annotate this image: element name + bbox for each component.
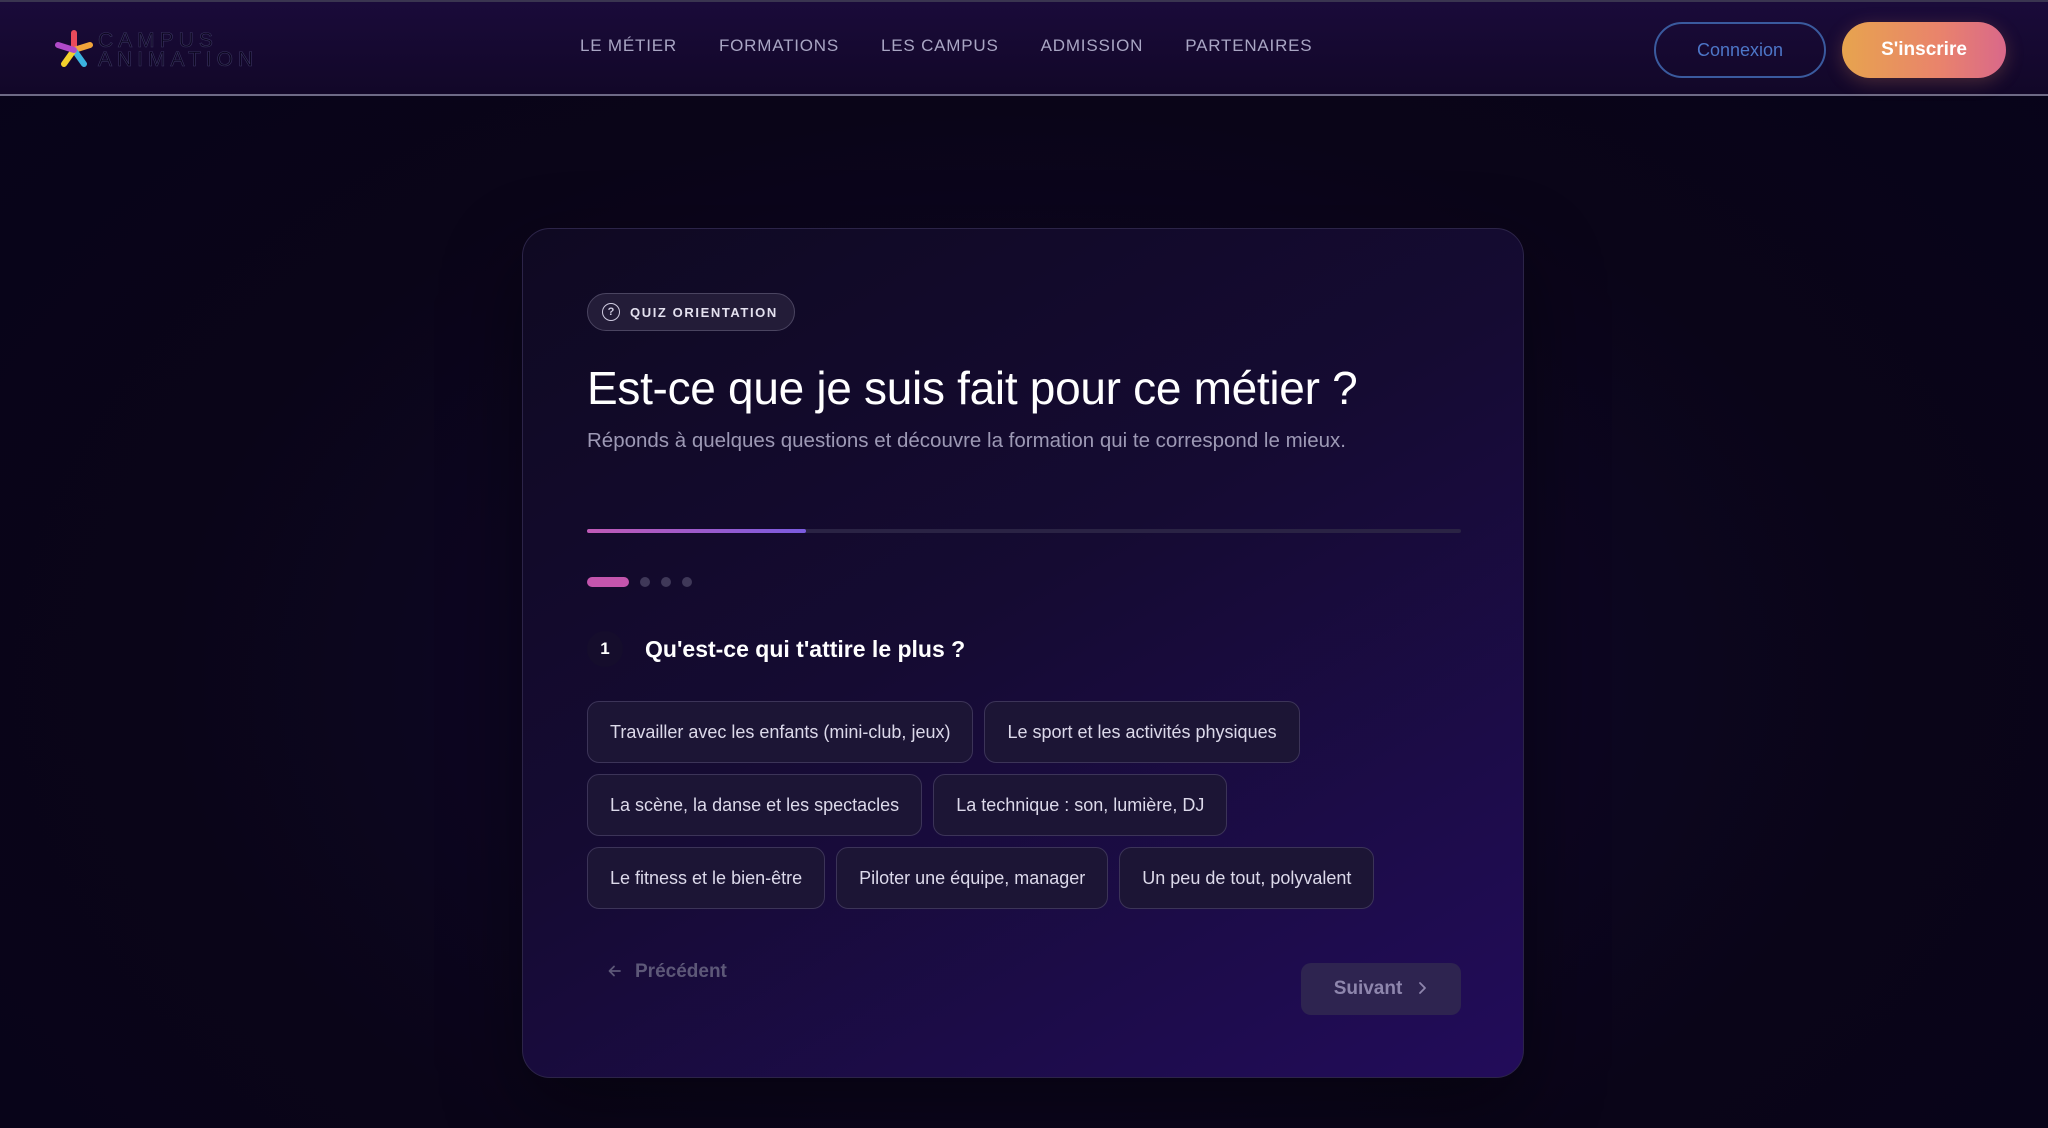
- nav-item-partenaires[interactable]: PARTENAIRES: [1185, 36, 1312, 56]
- step-indicator-dot: [682, 577, 692, 587]
- site-header: CAMPUS ANIMATION LE MÉTIER FORMATIONS LE…: [0, 0, 2048, 96]
- option-fitness[interactable]: Le fitness et le bien-être: [587, 847, 826, 909]
- step-indicator: [587, 577, 692, 587]
- options-row: La scène, la danse et les spectacles La …: [587, 774, 1487, 836]
- previous-button[interactable]: Précédent: [607, 961, 727, 983]
- quiz-title: Est-ce que je suis fait pour ce métier ?: [587, 362, 1358, 414]
- logo-text: CAMPUS ANIMATION: [98, 30, 259, 71]
- signup-button[interactable]: S'inscrire: [1842, 22, 2006, 78]
- page: CAMPUS ANIMATION LE MÉTIER FORMATIONS LE…: [0, 0, 2048, 1128]
- step-indicator-dot: [661, 577, 671, 587]
- progress-bar: [587, 529, 1461, 533]
- options-row: Travailler avec les enfants (mini-club, …: [587, 701, 1487, 763]
- option-sport[interactable]: Le sport et les activités physiques: [984, 701, 1300, 763]
- step-indicator-active: [587, 577, 629, 587]
- option-scene[interactable]: La scène, la danse et les spectacles: [587, 774, 923, 836]
- progress-bar-fill: [587, 529, 806, 533]
- nav-item-les-campus[interactable]: LES CAMPUS: [881, 36, 999, 56]
- question-text: Qu'est-ce qui t'attire le plus ?: [645, 635, 966, 662]
- logo-line-2: ANIMATION: [98, 48, 259, 71]
- step-indicator-dot: [640, 577, 650, 587]
- option-manager[interactable]: Piloter une équipe, manager: [836, 847, 1109, 909]
- quiz-subtitle: Réponds à quelques questions et découvre…: [587, 429, 1346, 452]
- next-button[interactable]: Suivant: [1301, 963, 1461, 1015]
- main-nav: LE MÉTIER FORMATIONS LES CAMPUS ADMISSIO…: [580, 36, 1312, 56]
- nav-item-formations[interactable]: FORMATIONS: [719, 36, 839, 56]
- nav-item-admission[interactable]: ADMISSION: [1041, 36, 1144, 56]
- logo[interactable]: CAMPUS ANIMATION: [52, 26, 253, 74]
- star-logo-icon: [52, 28, 96, 72]
- badge-label: QUIZ ORIENTATION: [630, 304, 778, 320]
- chevron-right-icon: [1416, 980, 1428, 999]
- question: 1 Qu'est-ce qui t'attire le plus ?: [587, 631, 965, 667]
- question-number: 1: [587, 631, 623, 667]
- arrow-left-icon: [607, 963, 623, 982]
- option-polyvalent[interactable]: Un peu de tout, polyvalent: [1119, 847, 1375, 909]
- nav-item-le-metier[interactable]: LE MÉTIER: [580, 36, 677, 56]
- next-button-label: Suivant: [1333, 978, 1403, 999]
- previous-button-label: Précédent: [635, 961, 727, 982]
- quiz-badge: ? QUIZ ORIENTATION: [587, 293, 795, 331]
- answer-options: Travailler avec les enfants (mini-club, …: [587, 701, 1487, 909]
- quiz-card: ? QUIZ ORIENTATION Est-ce que je suis fa…: [522, 228, 1524, 1078]
- option-enfants[interactable]: Travailler avec les enfants (mini-club, …: [587, 701, 974, 763]
- option-technique[interactable]: La technique : son, lumière, DJ: [933, 774, 1228, 836]
- login-button[interactable]: Connexion: [1654, 22, 1826, 78]
- options-row: Le fitness et le bien-être Piloter une é…: [587, 847, 1487, 909]
- question-circle-icon: ?: [602, 303, 620, 321]
